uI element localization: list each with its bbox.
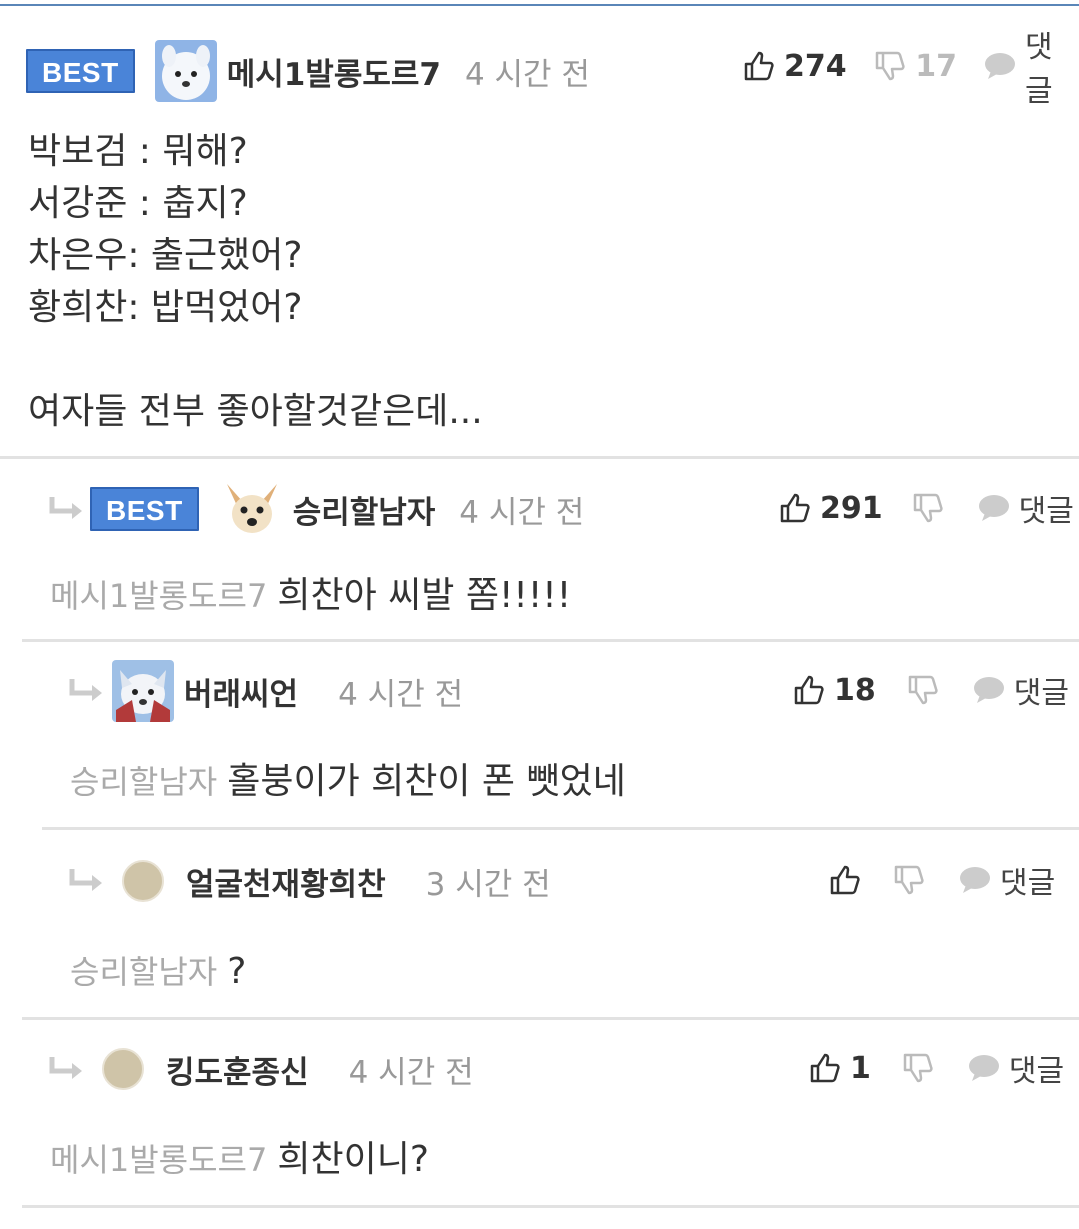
white-dog-avatar-icon	[154, 40, 217, 102]
speech-bubble-icon[interactable]	[983, 49, 1017, 83]
speech-bubble-icon[interactable]	[958, 863, 992, 897]
comment-header: 얼굴천재황희찬 3 시간 전	[66, 854, 551, 908]
comment-line: 차은우: 출근했어?	[28, 235, 303, 276]
timestamp: 4 시간 전	[459, 494, 585, 531]
avatar[interactable]	[220, 478, 283, 540]
comment-actions: 1 댓글	[808, 1046, 1064, 1090]
thumbs-down-icon[interactable]	[906, 673, 940, 707]
separator	[22, 639, 1079, 642]
comment-body: 메시1발롱도르7 희찬이니?	[50, 1134, 429, 1186]
comment-body: 승리할남자?	[70, 946, 246, 998]
nickname[interactable]: 얼굴천재황희찬	[186, 859, 386, 904]
avatar[interactable]	[154, 40, 217, 102]
thumbs-down-icon[interactable]	[901, 1051, 935, 1085]
reply-button[interactable]: 댓글	[1019, 486, 1074, 530]
nickname[interactable]: 메시1발롱도르7	[227, 49, 441, 94]
reply-arrow-icon	[46, 491, 86, 527]
thumbs-down-icon[interactable]	[892, 863, 926, 897]
comment-header: BEST 메시1발롱도르7 4 시간 전	[26, 40, 590, 102]
timestamp: 4 시간 전	[338, 676, 464, 713]
comment-text: 희찬이니?	[277, 1139, 429, 1180]
timestamp: 3 시간 전	[425, 866, 551, 903]
comment-actions: 18 댓글	[792, 668, 1069, 712]
thumbs-up-icon[interactable]	[808, 1051, 842, 1085]
reply-button[interactable]: 댓글	[1000, 858, 1055, 902]
best-badge: BEST	[26, 49, 135, 93]
separator	[22, 1205, 1079, 1208]
comment-line	[28, 334, 483, 386]
thumbs-up-icon[interactable]	[792, 673, 826, 707]
comment-body: 메시1발롱도르7 희찬아 씨발 쫌!!!!!	[50, 570, 571, 622]
comment-header: 버래씨언 4 시간 전	[66, 660, 463, 722]
thumbs-up-icon[interactable]	[778, 491, 812, 525]
separator	[0, 456, 1079, 459]
mention[interactable]: 승리할남자	[70, 953, 217, 991]
top-border	[0, 0, 1079, 6]
comment-line: 서강준 : 춥지?	[28, 183, 248, 224]
like-count: 18	[834, 672, 876, 708]
speech-bubble-icon[interactable]	[967, 1051, 1001, 1085]
reply-button[interactable]: 댓글	[1014, 668, 1069, 712]
mention[interactable]: 승리할남자	[70, 763, 217, 801]
comment-line: 박보검 : 뭐해?	[28, 131, 248, 172]
comment-actions: 댓글	[828, 858, 1055, 902]
timestamp: 4 시간 전	[464, 56, 590, 93]
like-count: 1	[850, 1050, 871, 1086]
like-count: 274	[784, 48, 847, 84]
comment-header: BEST 승리할남자 4 시간 전	[46, 478, 584, 540]
comment-line: 황희찬: 밥먹었어?	[28, 287, 303, 328]
separator	[22, 1017, 1079, 1020]
comment-header: 킹도훈종신 4 시간 전	[46, 1042, 474, 1096]
reply-arrow-icon	[46, 1051, 86, 1087]
avatar[interactable]	[102, 1048, 144, 1090]
speech-bubble-icon[interactable]	[972, 673, 1006, 707]
mention[interactable]: 메시1발롱도르7	[50, 1141, 267, 1179]
timestamp: 4 시간 전	[348, 1054, 474, 1091]
best-badge: BEST	[90, 487, 199, 531]
thumbs-up-icon[interactable]	[742, 49, 776, 83]
comment-body: 박보검 : 뭐해? 서강준 : 춥지? 차은우: 출근했어? 황희찬: 밥먹었어…	[28, 126, 483, 438]
nickname[interactable]: 버래씨언	[184, 669, 298, 714]
dislike-count: 17	[915, 48, 957, 84]
comment-actions: 274 17 댓글	[742, 30, 1079, 109]
reply-button[interactable]: 댓글	[1025, 22, 1079, 110]
comment-body: 승리할남자 홀붕이가 희찬이 폰 뺏었네	[70, 756, 626, 808]
avatar[interactable]	[112, 660, 174, 722]
thumbs-up-icon[interactable]	[828, 863, 862, 897]
thumbs-down-icon[interactable]	[911, 491, 945, 525]
mention[interactable]: 메시1발롱도르7	[50, 577, 267, 615]
reply-button[interactable]: 댓글	[1009, 1046, 1064, 1090]
speech-bubble-icon[interactable]	[977, 491, 1011, 525]
nickname[interactable]: 킹도훈종신	[166, 1047, 309, 1092]
comment-line: 여자들 전부 좋아할것같은데...	[28, 391, 483, 432]
reply-arrow-icon	[66, 673, 106, 709]
thumbs-down-icon[interactable]	[873, 49, 907, 83]
like-count: 291	[820, 490, 883, 526]
separator	[42, 827, 1079, 830]
nickname[interactable]: 승리할남자	[293, 487, 436, 532]
comment-text: 홀붕이가 희찬이 폰 뺏었네	[227, 761, 626, 802]
comment-actions: 291 댓글	[778, 486, 1074, 530]
husky-avatar-icon	[112, 660, 174, 722]
reply-arrow-icon	[66, 863, 106, 899]
comment-text: 희찬아 씨발 쫌!!!!!	[277, 575, 572, 616]
comment-text: ?	[227, 951, 247, 992]
chihuahua-avatar-icon	[220, 478, 283, 540]
avatar[interactable]	[122, 860, 164, 902]
